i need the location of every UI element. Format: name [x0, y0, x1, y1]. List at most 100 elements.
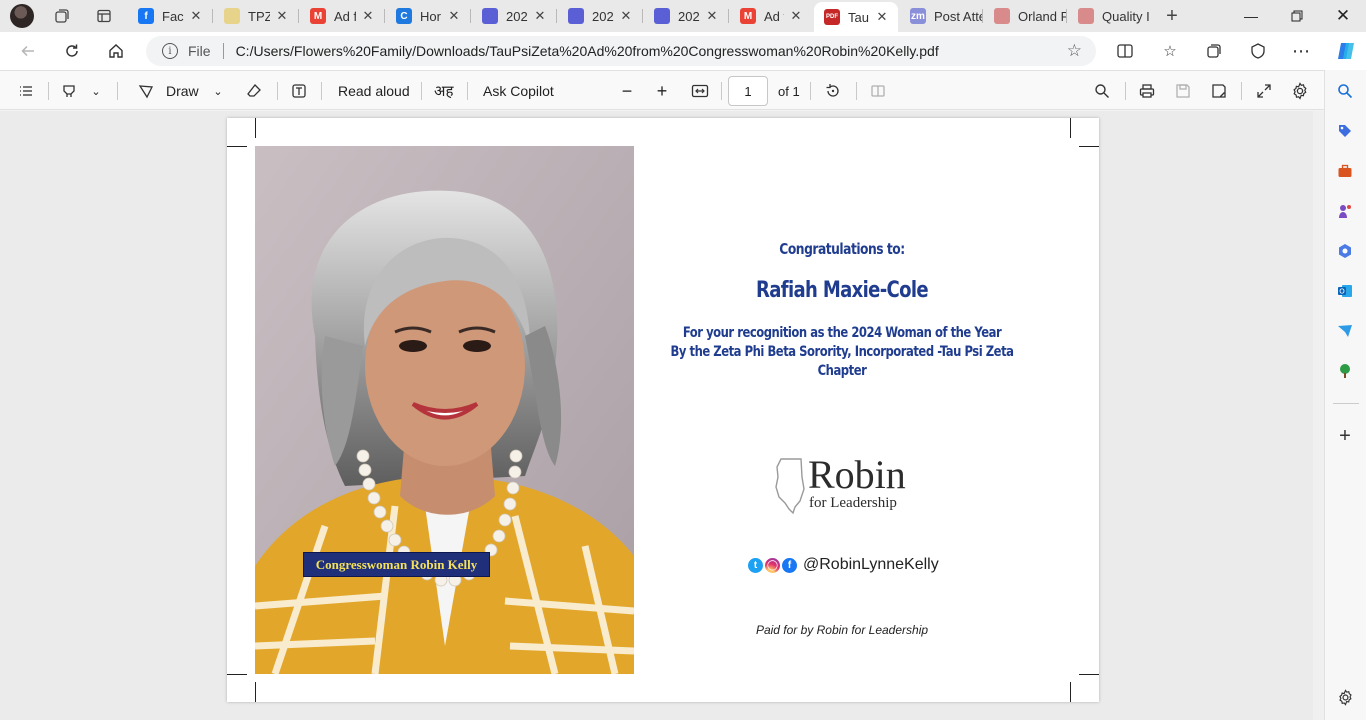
browser-tab[interactable]: f Face✕	[128, 2, 212, 30]
read-aloud-button[interactable]: Read aloud	[338, 79, 410, 103]
page-count: of 1	[778, 83, 800, 99]
tab-separator	[642, 9, 643, 23]
eraser-icon[interactable]	[242, 79, 266, 103]
sidebar-add-icon[interactable]: +	[1335, 425, 1355, 447]
close-window-button[interactable]: ✕	[1320, 0, 1366, 32]
browser-tab[interactable]: TPZ ✕	[214, 2, 298, 30]
sidebar-search-icon[interactable]	[1335, 81, 1355, 101]
favorites-icon[interactable]: ☆	[1158, 39, 1182, 63]
recognition-line: By the Zeta Phi Beta Sorority, Incorpora…	[670, 344, 1014, 360]
profile-avatar[interactable]	[10, 4, 34, 28]
zoom-icon: zm	[910, 8, 926, 24]
tab-active[interactable]: PDF TauP✕	[814, 2, 898, 32]
tab-close-icon[interactable]: ✕	[618, 8, 634, 24]
sidebar-drop-icon[interactable]	[1335, 321, 1355, 341]
tab-separator	[982, 9, 983, 23]
tab-label: Hor	[420, 8, 441, 24]
viewer-scrollbar[interactable]	[1313, 111, 1324, 720]
tab-close-icon[interactable]: ✕	[788, 8, 804, 24]
toolbar-separator	[421, 82, 422, 100]
tab-label: TPZ	[248, 8, 270, 24]
translate-icon[interactable]: अह	[434, 79, 453, 103]
page-number-input[interactable]: 1	[728, 76, 768, 106]
portrait-illustration	[255, 146, 634, 674]
restore-button[interactable]	[1274, 0, 1320, 32]
browser-tab[interactable]: 202 ✕	[472, 2, 556, 30]
settings-more-icon[interactable]: ⋯	[1289, 39, 1313, 63]
toolbar-separator	[1241, 82, 1242, 100]
draw-dropdown-chevron-icon[interactable]: ⌄	[206, 79, 230, 103]
sidebar-games-icon[interactable]	[1335, 201, 1355, 221]
highlight-icon[interactable]	[57, 79, 81, 103]
url-omnibox[interactable]: i File C:/Users/Flowers%20Family/Downloa…	[146, 36, 1096, 66]
back-button[interactable]	[14, 37, 42, 65]
tab-close-icon[interactable]: ✕	[874, 9, 890, 25]
browser-tab[interactable]: M Ad f ✕	[300, 2, 384, 30]
photo-caption: Congresswoman Robin Kelly	[303, 552, 490, 577]
page-view-icon[interactable]	[866, 79, 890, 103]
browser-tab[interactable]: 2024 WC✕	[644, 2, 728, 30]
home-button[interactable]	[102, 37, 130, 65]
print-icon[interactable]	[1135, 79, 1159, 103]
crop-mark	[1070, 118, 1071, 138]
rotate-icon[interactable]	[821, 79, 845, 103]
draw-icon[interactable]	[134, 79, 158, 103]
zoom-out-icon[interactable]: −	[615, 79, 639, 103]
ask-copilot-button[interactable]: Ask Copilot	[483, 79, 554, 103]
draw-button[interactable]: Draw	[166, 79, 199, 103]
save-as-icon[interactable]	[1207, 79, 1231, 103]
highlight-dropdown-chevron-icon[interactable]: ⌄	[84, 79, 108, 103]
new-tab-icon[interactable]: +	[1162, 5, 1182, 27]
browser-essentials-icon[interactable]	[1246, 39, 1270, 63]
zoom-in-icon[interactable]: +	[650, 79, 674, 103]
browser-tab[interactable]: Orland P	[984, 2, 1066, 30]
folder-icon	[224, 8, 240, 24]
refresh-button[interactable]	[58, 37, 86, 65]
gmail-icon: M	[310, 8, 326, 24]
sidebar-shopping-tag-icon[interactable]	[1335, 121, 1355, 141]
copilot-icon[interactable]	[1332, 37, 1360, 65]
tab-close-icon[interactable]: ✕	[532, 8, 548, 24]
browser-tab[interactable]: M Ad from✕	[730, 2, 812, 30]
logo-tagline: for Leadership	[809, 495, 897, 511]
browser-tab[interactable]: Quality Ir	[1068, 2, 1150, 30]
sidebar-outlook-icon[interactable]: O	[1335, 281, 1355, 301]
site-icon	[994, 8, 1010, 24]
pdf-icon: PDF	[824, 9, 840, 25]
split-screen-icon[interactable]	[1113, 39, 1137, 63]
fit-to-width-icon[interactable]	[688, 79, 712, 103]
tab-close-icon[interactable]: ✕	[360, 8, 376, 24]
toolbar-separator	[856, 82, 857, 100]
browser-tab[interactable]: C Hor ✕	[386, 2, 470, 30]
browser-tab[interactable]: zm Post Atte	[900, 2, 982, 30]
tab-close-icon[interactable]: ✕	[446, 8, 462, 24]
browser-tab[interactable]: 202 ✕	[558, 2, 642, 30]
pdf-settings-gear-icon[interactable]	[1288, 79, 1312, 103]
sidebar-copilot-apps-icon[interactable]	[1335, 241, 1355, 261]
workspaces-icon[interactable]	[52, 6, 72, 26]
doc-icon	[654, 8, 670, 24]
sidebar-tools-briefcase-icon[interactable]	[1335, 161, 1355, 181]
tab-close-icon[interactable]: ✕	[274, 8, 290, 24]
tab-close-icon[interactable]: ✕	[704, 8, 720, 24]
tab-close-icon[interactable]: ✕	[188, 8, 204, 24]
tab-actions-icon[interactable]	[94, 6, 114, 26]
favorite-star-icon[interactable]: ☆	[1067, 41, 1082, 61]
url-divider	[222, 43, 224, 59]
collections-icon[interactable]	[1202, 39, 1226, 63]
full-screen-icon[interactable]	[1252, 79, 1276, 103]
crop-mark	[1070, 682, 1071, 702]
tab-separator	[470, 9, 471, 23]
url-text[interactable]: C:/Users/Flowers%20Family/Downloads/TauP…	[236, 43, 939, 59]
sidebar-tree-icon[interactable]	[1335, 361, 1355, 381]
contents-icon[interactable]	[14, 79, 38, 103]
site-info-icon[interactable]: i	[162, 43, 178, 59]
minimize-button[interactable]: —	[1228, 0, 1274, 32]
save-icon[interactable]	[1171, 79, 1195, 103]
sidebar-settings-gear-icon[interactable]	[1335, 687, 1355, 707]
toolbar-separator	[467, 82, 468, 100]
edge-sidebar: O +	[1324, 70, 1366, 720]
add-text-icon[interactable]	[287, 79, 311, 103]
crop-mark	[255, 118, 256, 138]
find-icon[interactable]	[1090, 79, 1114, 103]
